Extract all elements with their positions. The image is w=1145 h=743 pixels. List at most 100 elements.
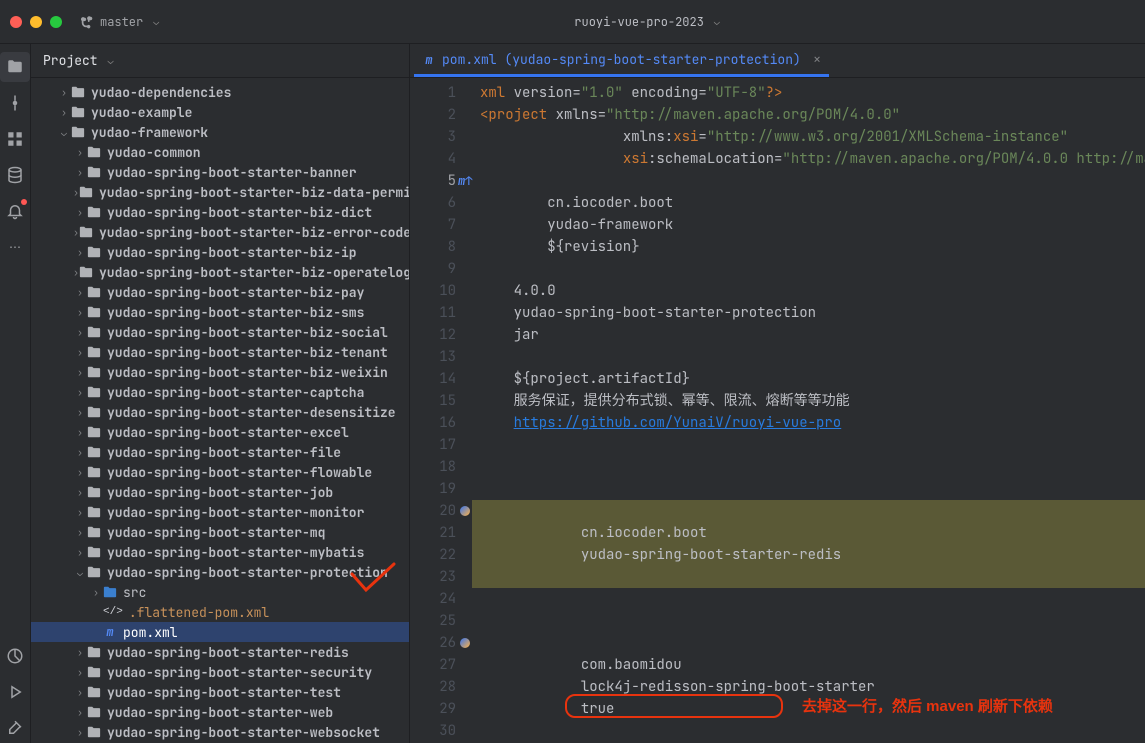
commit-tool-button[interactable] [0, 88, 30, 118]
code-line[interactable]: yudao-spring-boot-starter-redis [472, 544, 1145, 566]
tree-row[interactable]: ›yudao-spring-boot-starter-monitor [31, 502, 409, 522]
tree-row[interactable]: ›yudao-spring-boot-starter-biz-weixin [31, 362, 409, 382]
structure-tool-button[interactable] [0, 124, 30, 154]
tree-row[interactable]: ›yudao-dependencies [31, 82, 409, 102]
line-number[interactable]: 13 [410, 346, 456, 368]
code-line[interactable]: https://github.com/YunaiV/ruoyi-vue-pro [472, 412, 1145, 434]
line-number[interactable]: 2 [410, 104, 456, 126]
tab-pom-xml[interactable]: m pom.xml (yudao-spring-boot-starter-pro… [414, 45, 829, 77]
expand-arrow-icon[interactable]: › [73, 506, 87, 519]
code-line[interactable] [472, 258, 1145, 280]
line-number[interactable]: 22 [410, 544, 456, 566]
close-window-button[interactable] [10, 16, 22, 28]
code-line[interactable]: cn.iocoder.boot [472, 522, 1145, 544]
tree-row[interactable]: ›yudao-spring-boot-starter-excel [31, 422, 409, 442]
code-line[interactable]: 服务保证，提供分布式锁、幂等、限流、熔断等等功能 [472, 390, 1145, 412]
line-number[interactable]: 6 [410, 192, 456, 214]
minimize-window-button[interactable] [30, 16, 42, 28]
code-editor[interactable]: 1234567891011121314151617181920212223242… [410, 78, 1145, 743]
code-line[interactable]: <project xmlns="http://maven.apache.org/… [472, 104, 1145, 126]
line-number[interactable]: 4 [410, 148, 456, 170]
code-line[interactable]: xml version="1.0" encoding="UTF-8"?> [472, 82, 1145, 104]
expand-arrow-icon[interactable]: › [73, 546, 87, 559]
line-number[interactable]: 27 [410, 654, 456, 676]
line-number[interactable]: 1 [410, 82, 456, 104]
expand-arrow-icon[interactable]: › [73, 666, 87, 679]
tree-row[interactable]: ⌄yudao-framework [31, 122, 409, 142]
line-number[interactable]: 10 [410, 280, 456, 302]
tree-row[interactable]: ›yudao-spring-boot-starter-captcha [31, 382, 409, 402]
tree-row[interactable]: ›yudao-spring-boot-starter-file [31, 442, 409, 462]
code-line[interactable] [472, 478, 1145, 500]
gutter-marker[interactable] [460, 506, 470, 516]
tree-row[interactable]: ›yudao-spring-boot-starter-biz-social [31, 322, 409, 342]
tree-row[interactable]: ›yudao-spring-boot-starter-biz-tenant [31, 342, 409, 362]
tree-row[interactable]: ›yudao-spring-boot-starter-flowable [31, 462, 409, 482]
expand-arrow-icon[interactable]: ⌄ [73, 566, 87, 579]
database-tool-button[interactable] [0, 160, 30, 190]
line-number[interactable]: 12 [410, 324, 456, 346]
project-tool-button[interactable] [0, 52, 30, 82]
more-tool-button[interactable]: ⋯ [0, 232, 30, 262]
line-number[interactable]: 14 [410, 368, 456, 390]
tree-row[interactable]: ›yudao-spring-boot-starter-mq [31, 522, 409, 542]
chart-tool-button[interactable] [0, 641, 30, 671]
code-line[interactable] [472, 170, 1145, 192]
expand-arrow-icon[interactable]: › [73, 706, 87, 719]
tree-row[interactable]: ›yudao-spring-boot-starter-desensitize [31, 402, 409, 422]
expand-arrow-icon[interactable]: › [73, 686, 87, 699]
expand-arrow-icon[interactable]: › [73, 146, 87, 159]
project-tree[interactable]: ›yudao-dependencies›yudao-example⌄yudao-… [31, 78, 409, 743]
tree-row[interactable]: ›yudao-spring-boot-starter-security [31, 662, 409, 682]
maximize-window-button[interactable] [50, 16, 62, 28]
expand-arrow-icon[interactable]: › [73, 426, 87, 439]
line-number[interactable]: 28 [410, 676, 456, 698]
tree-row[interactable]: ›yudao-spring-boot-starter-biz-ip [31, 242, 409, 262]
line-number[interactable]: 30 [410, 720, 456, 742]
line-number[interactable]: 19 [410, 478, 456, 500]
code-line[interactable]: jar [472, 324, 1145, 346]
line-number[interactable]: 5 [410, 170, 456, 192]
line-number[interactable]: 23 [410, 566, 456, 588]
tree-row[interactable]: ›yudao-spring-boot-starter-banner [31, 162, 409, 182]
vcs-branch-picker[interactable]: master ⌄ [80, 14, 159, 30]
code-line[interactable]: xmlns:xsi="http://www.w3.org/2001/XMLSch… [472, 126, 1145, 148]
code-line[interactable]: ${project.artifactId} [472, 368, 1145, 390]
maven-reimport-icon[interactable]: m↑ [458, 170, 470, 182]
line-number[interactable]: 7 [410, 214, 456, 236]
line-number[interactable]: 18 [410, 456, 456, 478]
code-line[interactable]: xsi:schemaLocation="http://maven.apache.… [472, 148, 1145, 170]
code-line[interactable]: yudao-framework [472, 214, 1145, 236]
expand-arrow-icon[interactable]: › [73, 526, 87, 539]
tree-row[interactable]: ›yudao-spring-boot-starter-biz-pay [31, 282, 409, 302]
expand-arrow-icon[interactable]: › [73, 286, 87, 299]
code-line[interactable] [472, 588, 1145, 610]
tree-row[interactable]: ›yudao-spring-boot-starter-websocket [31, 722, 409, 742]
code-line[interactable] [472, 720, 1145, 742]
line-number[interactable]: 16 [410, 412, 456, 434]
expand-arrow-icon[interactable]: › [73, 726, 87, 739]
tree-row[interactable]: ›yudao-spring-boot-starter-biz-dict [31, 202, 409, 222]
line-number[interactable]: 24 [410, 588, 456, 610]
line-number[interactable]: 11 [410, 302, 456, 324]
expand-arrow-icon[interactable]: › [73, 406, 87, 419]
line-number[interactable]: 17 [410, 434, 456, 456]
expand-arrow-icon[interactable]: › [73, 166, 87, 179]
code-line[interactable]: ${revision} [472, 236, 1145, 258]
tree-row[interactable]: ›yudao-common [31, 142, 409, 162]
line-number[interactable]: 20 [410, 500, 456, 522]
expand-arrow-icon[interactable]: › [73, 346, 87, 359]
project-picker[interactable]: ruoyi-vue-pro-2023 ⌄ [159, 14, 1135, 30]
expand-arrow-icon[interactable]: › [73, 386, 87, 399]
code-line[interactable]: cn.iocoder.boot [472, 192, 1145, 214]
expand-arrow-icon[interactable]: › [73, 326, 87, 339]
code-line[interactable] [472, 610, 1145, 632]
code-content[interactable]: xml version="1.0" encoding="UTF-8"?><pro… [472, 78, 1145, 743]
tree-row[interactable]: ›yudao-spring-boot-starter-mybatis [31, 542, 409, 562]
code-line[interactable] [472, 632, 1145, 654]
notifications-tool-button[interactable] [0, 196, 30, 226]
expand-arrow-icon[interactable]: › [89, 586, 103, 599]
expand-arrow-icon[interactable]: › [73, 466, 87, 479]
line-number[interactable]: 3 [410, 126, 456, 148]
line-number[interactable]: 26 [410, 632, 456, 654]
